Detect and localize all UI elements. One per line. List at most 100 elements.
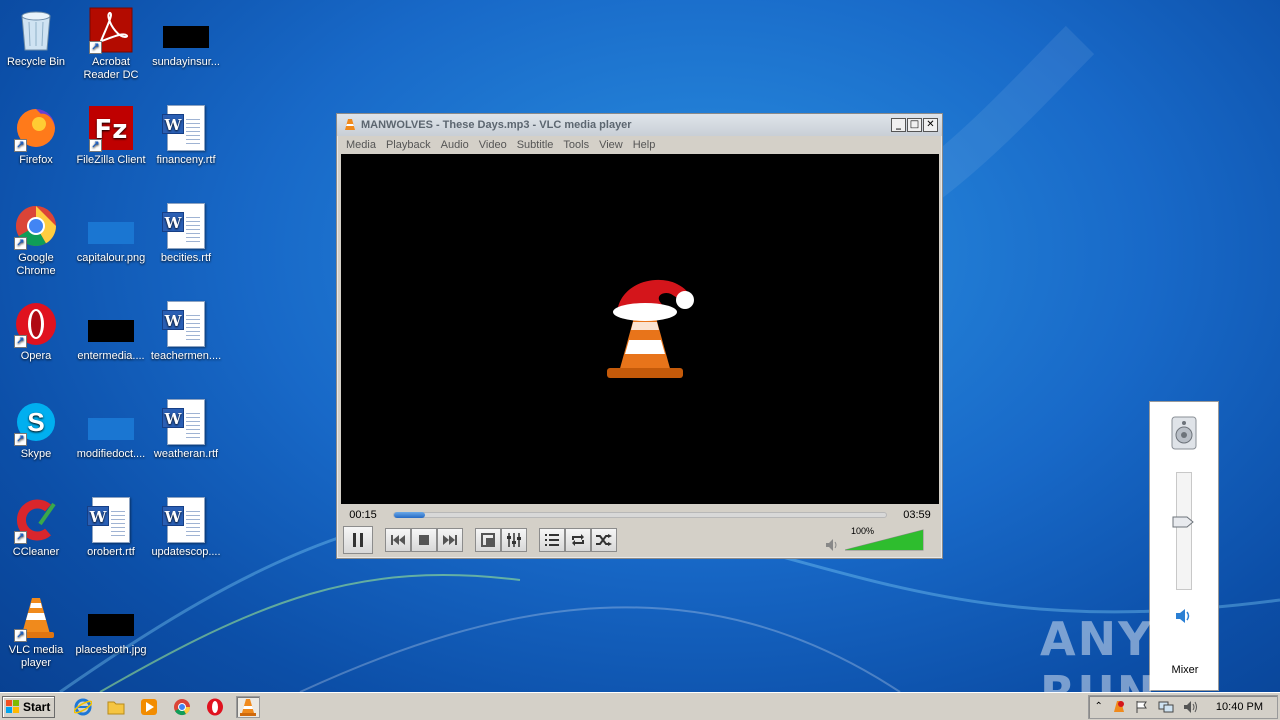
playlist-icon <box>545 534 559 546</box>
desktop-icon-filezilla[interactable]: Fz ↗ FileZilla Client <box>73 104 149 167</box>
desktop-icon-label: Opera <box>20 350 52 362</box>
taskbar-clock[interactable]: 10:40 PM <box>1216 701 1263 713</box>
stop-button[interactable] <box>411 528 437 552</box>
fullscreen-icon <box>481 533 495 547</box>
ccleaner-icon: ↗ <box>12 496 60 544</box>
taskbar-chrome[interactable] <box>170 696 194 718</box>
vlc-menu-bar: Media Playback Audio Video Subtitle Tool… <box>337 136 942 154</box>
taskbar-opera[interactable] <box>203 696 227 718</box>
action-center-flag-icon[interactable] <box>1135 700 1149 714</box>
vlc-icon: ↗ <box>12 594 60 642</box>
stop-icon <box>419 535 429 545</box>
volume-tray-icon[interactable] <box>1183 700 1199 714</box>
next-icon <box>443 535 457 545</box>
desktop-icon-capitalour[interactable]: capitalour.png <box>73 202 149 265</box>
desktop-icon-label: Google Chrome <box>16 252 56 277</box>
speaker-icon[interactable] <box>825 538 839 552</box>
start-label: Start <box>23 699 51 714</box>
menu-help[interactable]: Help <box>628 139 661 151</box>
desktop-icon-vlc[interactable]: ↗ VLC media player <box>0 594 74 670</box>
recycle-bin-icon <box>12 6 60 54</box>
menu-view[interactable]: View <box>594 139 628 151</box>
blue-image-icon <box>87 202 135 250</box>
desktop-icon-entermedia[interactable]: entermedia.... <box>73 300 149 363</box>
desktop-icon-teachermen[interactable]: W teachermen.... <box>148 300 224 363</box>
black-image-icon <box>87 594 135 642</box>
shortcut-arrow-icon: ↗ <box>14 629 27 642</box>
taskbar-explorer[interactable] <box>104 696 128 718</box>
minimize-button[interactable]: _ <box>891 118 906 132</box>
vlc-icon <box>240 698 256 716</box>
maximize-button[interactable]: □ <box>907 118 922 132</box>
window-controls: _ □ ✕ <box>891 118 938 132</box>
extended-settings-button[interactable] <box>501 528 527 552</box>
control-bar: 100% <box>341 524 939 556</box>
master-volume-slider[interactable] <box>1176 472 1192 590</box>
next-button[interactable] <box>437 528 463 552</box>
desktop-icon-label: Skype <box>20 448 52 460</box>
desktop-icon-recycle-bin[interactable]: Recycle Bin <box>0 6 74 69</box>
desktop-icon-opera[interactable]: ↗ Opera <box>0 300 74 363</box>
desktop-icon-firefox[interactable]: ↗ Firefox <box>0 104 74 167</box>
desktop-icon-weatheran[interactable]: W weatheran.rtf <box>148 398 224 461</box>
desktop-icon-label: entermedia.... <box>77 350 145 362</box>
show-hidden-icons-chevron-icon[interactable]: ⌃ <box>1095 701 1103 712</box>
windows-logo-icon <box>6 699 19 713</box>
explorer-folder-icon <box>107 701 125 714</box>
taskbar-vlc[interactable] <box>236 695 260 718</box>
shortcut-arrow-icon: ↗ <box>89 41 102 54</box>
taskbar-media-player[interactable] <box>137 696 161 718</box>
menu-audio[interactable]: Audio <box>436 139 474 151</box>
volume-slider-thumb[interactable] <box>1172 516 1194 528</box>
menu-playback[interactable]: Playback <box>381 139 436 151</box>
desktop-icon-financeny[interactable]: W financeny.rtf <box>148 104 224 167</box>
loop-button[interactable] <box>565 528 591 552</box>
menu-video[interactable]: Video <box>474 139 512 151</box>
desktop-icon-modifiedoct[interactable]: modifiedoct.... <box>73 398 149 461</box>
playlist-button[interactable] <box>539 528 565 552</box>
desktop-icon-label: Acrobat Reader DC <box>83 56 139 81</box>
vlc-window-title: MANWOLVES - These Days.mp3 - VLC media p… <box>361 119 632 131</box>
fullscreen-button[interactable] <box>475 528 501 552</box>
menu-subtitle[interactable]: Subtitle <box>512 139 559 151</box>
equalizer-icon <box>507 533 521 547</box>
previous-button[interactable] <box>385 528 411 552</box>
vlc-window[interactable]: MANWOLVES - These Days.mp3 - VLC media p… <box>336 113 943 559</box>
blue-image-icon <box>87 398 135 446</box>
taskbar-internet-explorer[interactable] <box>71 696 95 718</box>
media-player-icon <box>141 698 157 715</box>
desktop-icon-placesboth[interactable]: placesboth.jpg <box>73 594 149 657</box>
menu-tools[interactable]: Tools <box>558 139 594 151</box>
video-area[interactable] <box>341 154 939 504</box>
speaker-device-icon <box>1171 416 1197 450</box>
desktop-icon-label: Recycle Bin <box>6 56 66 68</box>
desktop-icon-acrobat[interactable]: ↗ Acrobat Reader DC <box>73 6 149 82</box>
desktop-icon-label: sundayinsur... <box>152 56 220 68</box>
seek-row: 00:15 03:59 <box>341 506 939 524</box>
internet-explorer-icon <box>74 698 92 715</box>
system-tray: ⌃ 10:40 PM <box>1087 694 1278 719</box>
taskbar: Start ⌃ 10:40 PM <box>0 692 1280 720</box>
desktop-icon-sundayinsur[interactable]: sundayinsur... <box>148 6 224 69</box>
desktop-icon-skype[interactable]: S ↗ Skype <box>0 398 74 461</box>
start-button[interactable]: Start <box>2 695 55 718</box>
pause-button[interactable] <box>343 526 373 554</box>
close-button[interactable]: ✕ <box>923 118 938 132</box>
desktop-icon-label: Firefox <box>19 154 53 166</box>
word-doc-icon: W <box>162 496 210 544</box>
vlc-title-bar[interactable]: MANWOLVES - These Days.mp3 - VLC media p… <box>337 114 942 136</box>
shuffle-button[interactable] <box>591 528 617 552</box>
desktop-icon-label: orobert.rtf <box>87 546 135 558</box>
desktop-icon-updatescop[interactable]: W updatescop.... <box>148 496 224 559</box>
desktop-icon-ccleaner[interactable]: ↗ CCleaner <box>0 496 74 559</box>
desktop-icon-orobert[interactable]: W orobert.rtf <box>73 496 149 559</box>
black-image-icon <box>87 300 135 348</box>
network-icon[interactable] <box>1158 700 1174 714</box>
total-time: 03:59 <box>903 509 931 521</box>
menu-media[interactable]: Media <box>341 139 381 151</box>
desktop-icon-chrome[interactable]: ↗ Google Chrome <box>0 202 74 278</box>
seek-bar[interactable] <box>393 512 887 518</box>
desktop-icon-becities[interactable]: W becities.rtf <box>148 202 224 265</box>
volume-slider[interactable]: 100% <box>845 526 925 552</box>
vlc-tray-icon[interactable] <box>1112 700 1126 714</box>
